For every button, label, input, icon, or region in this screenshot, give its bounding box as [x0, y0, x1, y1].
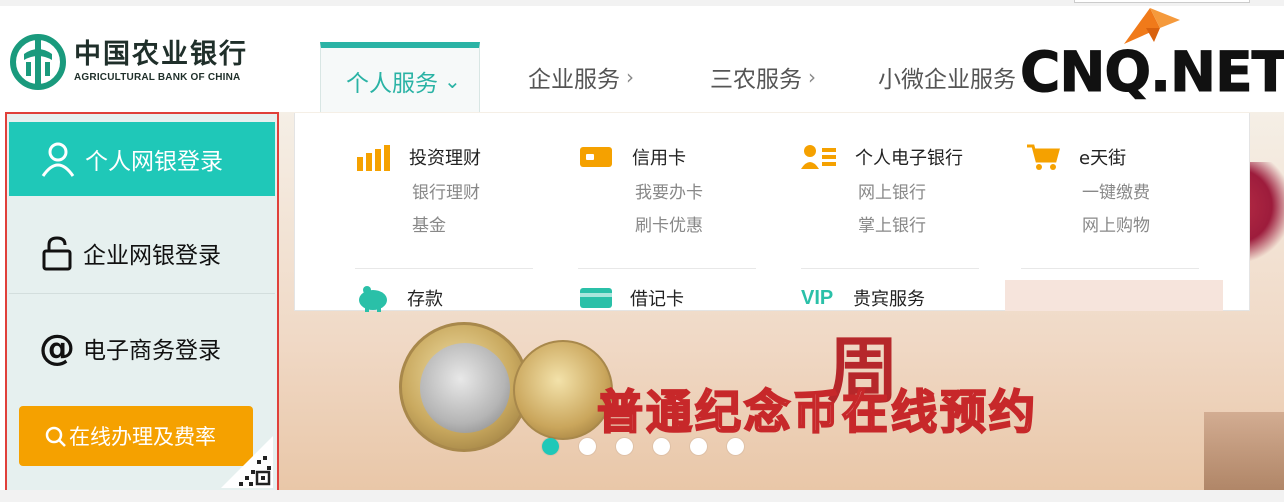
bank-name-cn: 中国农业银行 — [74, 39, 248, 70]
top-search-box[interactable] — [1074, 0, 1250, 3]
commemorative-coin-image — [399, 322, 529, 452]
menu-category-title[interactable]: 个人电子银行 — [801, 137, 1001, 177]
corporate-ebank-login-button[interactable]: 企业网银登录 — [9, 212, 275, 294]
carousel-dot[interactable] — [616, 438, 633, 455]
chevron-down-icon: ⌄ — [444, 69, 461, 93]
at-sign-icon: @ — [39, 327, 75, 369]
user-list-icon — [801, 145, 836, 169]
carousel-indicators — [542, 438, 764, 455]
ecommerce-login-button[interactable]: @ 电子商务登录 — [9, 304, 275, 392]
watermark: CNQ.NET — [1018, 6, 1284, 106]
refresh-search-icon — [45, 426, 66, 447]
login-label: 电子商务登录 — [83, 338, 221, 364]
tab-label: 小微企业服务 — [878, 67, 1016, 93]
menu-category-e-street: e天街 一键缴费 网上购物 — [1025, 137, 1225, 243]
tab-corporate-services[interactable]: 企业服务 › — [528, 42, 634, 112]
credit-card-icon — [580, 147, 612, 167]
login-label: 企业网银登录 — [83, 242, 221, 269]
menu-divider — [1021, 268, 1199, 269]
tab-agriculture-services[interactable]: 三农服务 › — [710, 42, 816, 112]
carousel-dot[interactable] — [690, 438, 707, 455]
chevron-right-icon: › — [626, 65, 634, 89]
menu-promo-image[interactable] — [1005, 280, 1223, 311]
tab-personal-services[interactable]: 个人服务 ⌄ — [320, 42, 480, 114]
vip-icon: VIP — [801, 286, 834, 309]
tab-label: 个人服务 — [346, 71, 438, 97]
bank-name-en: AGRICULTURAL BANK OF CHINA — [74, 72, 241, 83]
online-service-label: 在线办理及费率 — [69, 425, 216, 449]
unlock-icon — [42, 235, 72, 270]
login-panel: 个人网银登录 企业网银登录 @ 电子商务登录 在线办理及费率 — [5, 112, 279, 492]
watermark-text: CNQ.NET — [1019, 40, 1284, 104]
carousel-dot[interactable] — [653, 438, 670, 455]
banner-headline: 普通纪念币在线预约 — [596, 384, 1038, 440]
menu-category-title[interactable]: 投资理财 — [355, 137, 555, 177]
tab-small-business-services[interactable]: 小微企业服务 › — [878, 42, 1030, 112]
menu-link[interactable]: 基金 — [355, 210, 555, 243]
menu-link[interactable]: 网上购物 — [1025, 210, 1225, 243]
menu-category-credit-card: 信用卡 我要办卡 刷卡优惠 — [578, 137, 778, 243]
great-wall-decoration — [1204, 412, 1284, 490]
menu-category-vip[interactable]: VIP 贵宾服务 — [801, 278, 925, 318]
tab-label: 企业服务 — [528, 67, 620, 93]
bar-chart-icon — [357, 145, 390, 171]
personal-ebank-login-button[interactable]: 个人网银登录 — [9, 122, 275, 196]
piggy-bank-icon — [359, 286, 387, 312]
online-service-rates-button[interactable]: 在线办理及费率 — [19, 406, 253, 466]
menu-category-deposit[interactable]: 存款 — [355, 278, 443, 318]
carousel-dot[interactable] — [727, 438, 744, 455]
menu-divider — [355, 268, 533, 269]
debit-card-icon — [580, 288, 612, 308]
menu-category-debit-card[interactable]: 借记卡 — [578, 278, 684, 318]
menu-link[interactable]: 网上银行 — [801, 177, 1001, 210]
menu-divider — [801, 268, 979, 269]
menu-category-title[interactable]: e天街 — [1025, 137, 1225, 177]
menu-divider — [578, 268, 756, 269]
tab-label: 三农服务 — [710, 67, 802, 93]
shopping-cart-icon — [1027, 144, 1060, 170]
login-label: 个人网银登录 — [85, 149, 223, 175]
carousel-dot[interactable] — [579, 438, 596, 455]
bottom-strip — [0, 490, 1284, 502]
menu-category-title[interactable]: 信用卡 — [578, 137, 778, 177]
qr-code-icon[interactable] — [221, 436, 273, 488]
menu-link[interactable]: 掌上银行 — [801, 210, 1001, 243]
menu-category-e-banking: 个人电子银行 网上银行 掌上银行 — [801, 137, 1001, 243]
menu-link[interactable]: 一键缴费 — [1025, 177, 1225, 210]
user-icon — [41, 142, 75, 177]
chevron-right-icon: › — [808, 65, 816, 89]
menu-category-investment: 投资理财 银行理财 基金 — [355, 137, 555, 243]
menu-link[interactable]: 银行理财 — [355, 177, 555, 210]
menu-link[interactable]: 我要办卡 — [578, 177, 778, 210]
abc-bank-logo-icon — [10, 34, 66, 90]
bank-logo[interactable]: 中国农业银行 AGRICULTURAL BANK OF CHINA — [10, 34, 248, 90]
menu-link[interactable]: 刷卡优惠 — [578, 210, 778, 243]
personal-services-dropdown: 投资理财 银行理财 基金 信用卡 我要办卡 刷卡优惠 个人电子银行 网上银行 掌… — [294, 113, 1250, 312]
carousel-dot[interactable] — [542, 438, 559, 455]
